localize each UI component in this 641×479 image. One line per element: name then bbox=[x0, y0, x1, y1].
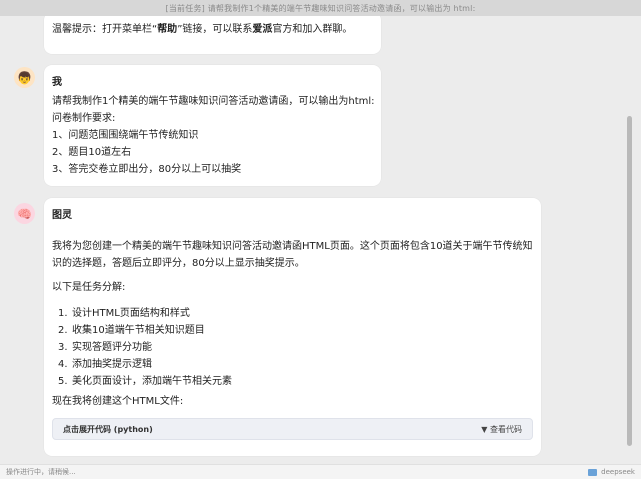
bot-subheading: 以下是任务分解: bbox=[52, 282, 126, 293]
user-message: 我 请帮我制作1个精美的端午节趣味知识问答活动邀请函，可以输出为html: 问卷… bbox=[44, 65, 381, 186]
list-item: 1. 设计HTML页面结构和样式 bbox=[58, 308, 190, 319]
list-item: 4. 添加抽奖提示逻辑 bbox=[58, 359, 152, 370]
model-name: deepseek bbox=[601, 468, 635, 476]
tip-text: 温馨提示：打开菜单栏“帮助”链接，可以联系爱派官方和加入群聊。 bbox=[52, 24, 353, 35]
bot-avatar-icon: 🧠 bbox=[14, 203, 35, 224]
code-block-title: 点击展开代码 (python) bbox=[63, 424, 153, 434]
code-expand-button[interactable]: 点击展开代码 (python) ▼ 查看代码 bbox=[52, 418, 533, 440]
window-title: [当前任务] 请帮我制作1个精美的端午节趣味知识问答活动邀请函，可以输出为 ht… bbox=[165, 3, 476, 13]
bot-name: 图灵 bbox=[52, 210, 72, 221]
bot-closing: 现在我将创建这个HTML文件: bbox=[52, 396, 184, 407]
tip-message: 温馨提示：打开菜单栏“帮助”链接，可以联系爱派官方和加入群聊。 bbox=[44, 16, 381, 54]
status-bar: 操作进行中，请稍候... deepseek bbox=[0, 464, 641, 479]
scrollbar-thumb[interactable] bbox=[627, 116, 632, 446]
list-item: 3. 实现答题评分功能 bbox=[58, 342, 152, 353]
bot-message: 图灵 我将为您创建一个精美的端午节趣味知识问答活动邀请函HTML页面。这个页面将… bbox=[44, 198, 541, 456]
model-indicator[interactable]: deepseek bbox=[588, 468, 635, 476]
user-message-text: 请帮我制作1个精美的端午节趣味知识问答活动邀请函，可以输出为html: 问卷制作… bbox=[52, 96, 375, 175]
bot-intro: 我将为您创建一个精美的端午节趣味知识问答活动邀请函HTML页面。这个页面将包含1… bbox=[52, 241, 533, 269]
user-name: 我 bbox=[52, 77, 62, 88]
chat-scrollbar[interactable] bbox=[626, 16, 634, 464]
list-item: 2. 收集10道端午节相关知识题目 bbox=[58, 325, 205, 336]
folder-icon bbox=[588, 468, 598, 476]
status-text: 操作进行中，请稍候... bbox=[6, 468, 76, 476]
user-avatar-icon: 👦 bbox=[14, 67, 35, 88]
chat-area[interactable]: 温馨提示：打开菜单栏“帮助”链接，可以联系爱派官方和加入群聊。 👦 我 请帮我制… bbox=[0, 16, 628, 464]
task-steps-list: 1. 设计HTML页面结构和样式 2. 收集10道端午节相关知识题目 3. 实现答题评… bbox=[58, 305, 232, 390]
view-code-toggle[interactable]: ▼ 查看代码 bbox=[481, 424, 522, 435]
window-titlebar: [当前任务] 请帮我制作1个精美的端午节趣味知识问答活动邀请函，可以输出为 ht… bbox=[0, 0, 641, 16]
list-item: 5. 美化页面设计，添加端午节相关元素 bbox=[58, 376, 232, 387]
help-link-text[interactable]: 帮助 bbox=[157, 24, 177, 35]
